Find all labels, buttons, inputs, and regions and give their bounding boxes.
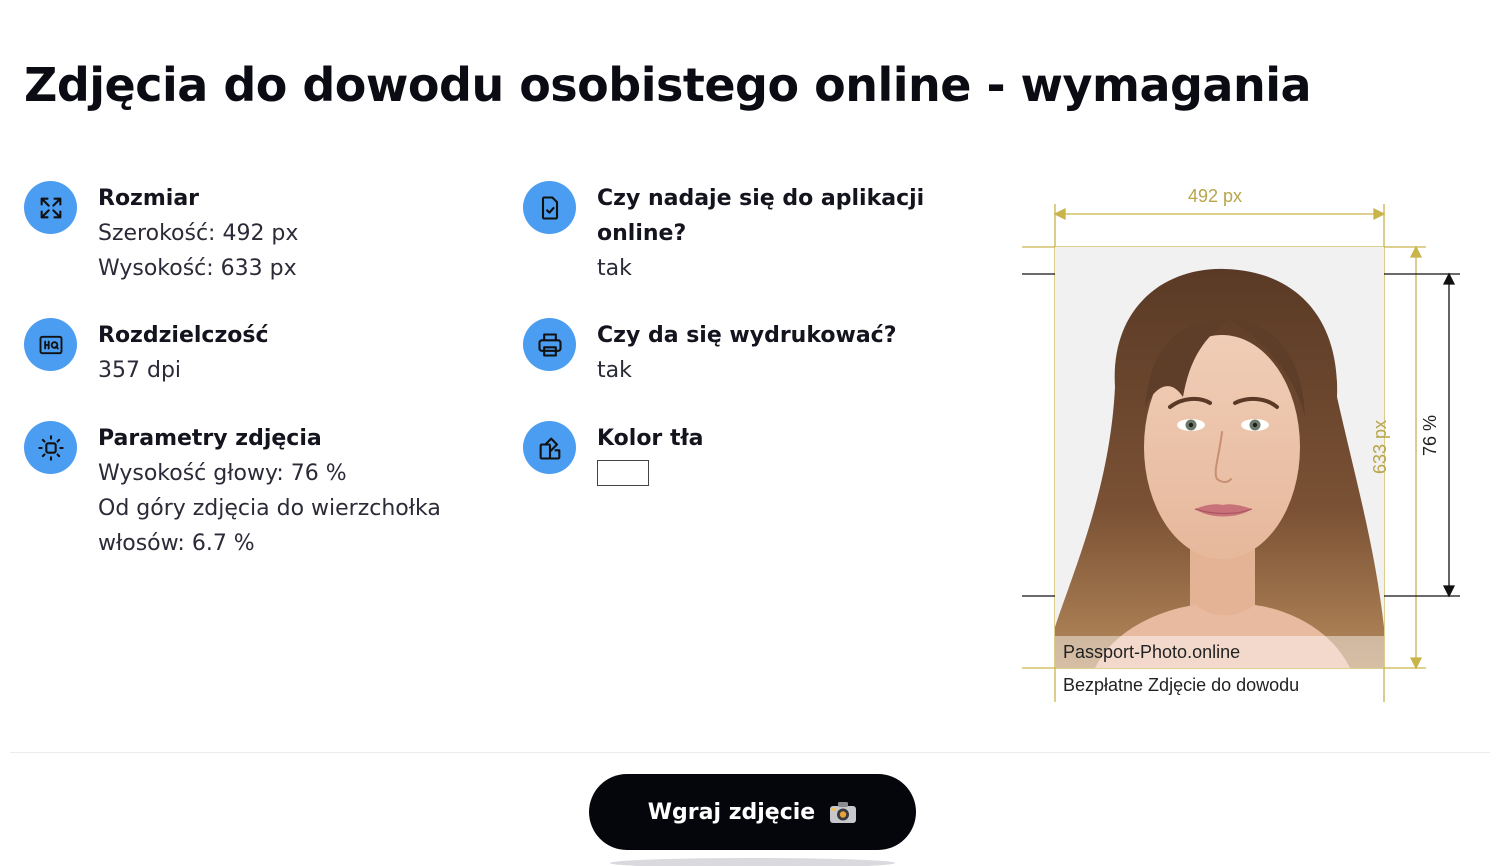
background-label: Kolor tła [597, 426, 704, 451]
printable-label: Czy da się wydrukować? [597, 323, 897, 348]
top-distance-line1: Od góry zdjęcia do wierzchołka [98, 496, 441, 521]
size-height: Wysokość: 633 px [98, 256, 297, 281]
online-value: tak [597, 256, 632, 281]
resolution-value: 357 dpi [98, 358, 182, 383]
photo-preview: Passport-Photo.online 492 px 633 px 76 %… [1018, 178, 1488, 708]
expand-arrows-icon [24, 181, 77, 234]
upload-photo-button[interactable]: Wgraj zdjęcie [589, 774, 916, 850]
parameters-label: Parametry zdjęcia [98, 426, 322, 451]
head-height-value: Wysokość głowy: 76 % [98, 461, 347, 486]
focus-icon [24, 421, 77, 474]
upload-button-label: Wgraj zdjęcie [647, 799, 816, 825]
sample-portrait-photo: Passport-Photo.online [1055, 247, 1384, 668]
hq-icon [24, 318, 77, 371]
printer-icon [523, 318, 576, 371]
document-check-icon [523, 181, 576, 234]
width-dimension-label: 492 px [1188, 186, 1243, 206]
size-width: Szerokość: 492 px [98, 221, 299, 246]
size-label: Rozmiar [98, 186, 200, 211]
online-label-line1: Czy nadaje się do aplikacji [597, 186, 925, 211]
resolution-label: Rozdzielczość [98, 323, 269, 348]
button-shadow [610, 858, 895, 866]
photo-watermark: Passport-Photo.online [1055, 636, 1384, 668]
height-dimension-label: 633 px [1370, 419, 1390, 474]
online-label-line2: online? [597, 221, 687, 246]
camera-icon [830, 802, 857, 823]
head-height-dimension-label: 76 % [1420, 414, 1440, 456]
portrait-illustration [1055, 247, 1384, 668]
top-distance-line2: włosów: 6.7 % [98, 531, 255, 556]
background-color-swatch [597, 460, 649, 486]
section-divider [10, 752, 1490, 753]
palette-icon [523, 421, 576, 474]
printable-value: tak [597, 358, 632, 383]
page-title: Zdjęcia do dowodu osobistego online - wy… [24, 58, 1312, 112]
photo-caption: Bezpłatne Zdjęcie do dowodu [1063, 675, 1300, 695]
